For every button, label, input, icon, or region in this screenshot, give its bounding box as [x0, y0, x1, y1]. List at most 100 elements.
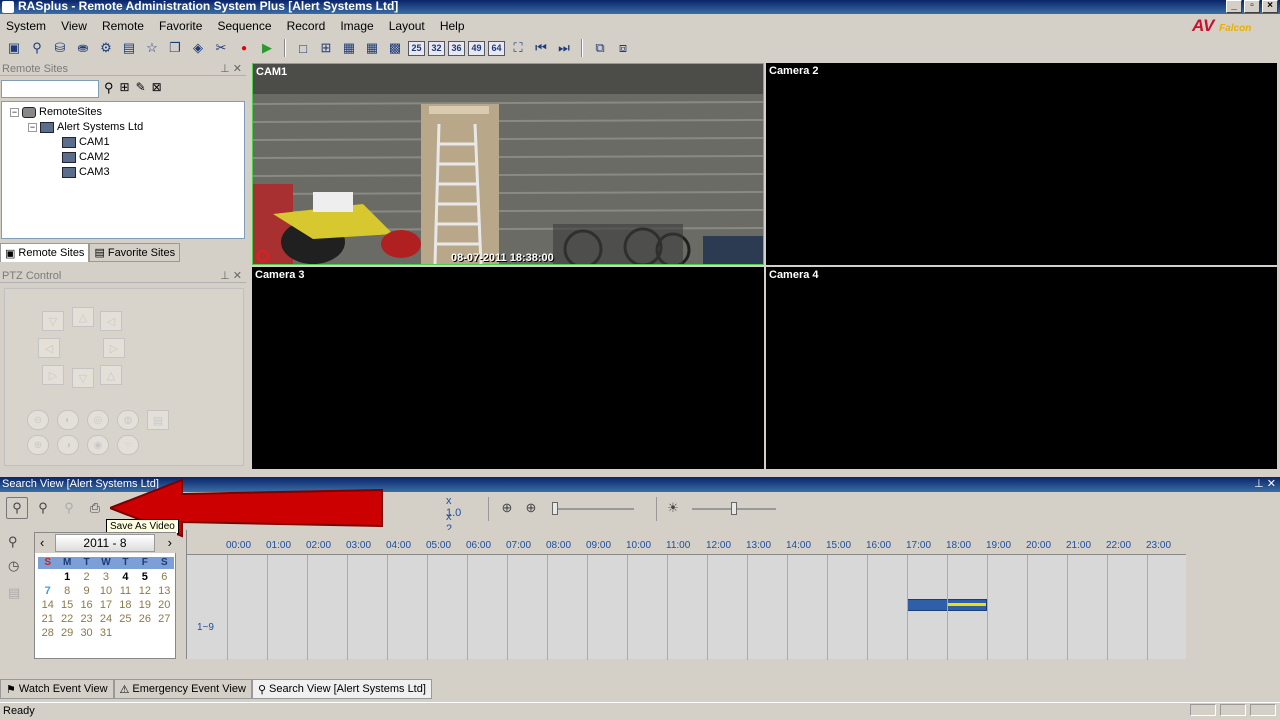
calendar-day[interactable]: 12 [135, 585, 154, 598]
calendar-day[interactable]: 21 [38, 613, 57, 626]
search-icon[interactable]: ⚲ [104, 80, 114, 96]
calendar-day[interactable]: 3 [96, 571, 115, 584]
event-search-icon[interactable]: ⚲ [32, 497, 54, 519]
calendar-day[interactable]: 31 [96, 627, 115, 640]
previous-page-icon[interactable]: ⏮ [531, 39, 551, 57]
calendar-day[interactable]: 15 [57, 599, 76, 612]
ptz-up-icon[interactable]: △ [72, 307, 94, 327]
calendar-day[interactable]: 23 [77, 613, 96, 626]
calendar-day[interactable]: 9 [77, 585, 96, 598]
calendar-day[interactable]: 19 [135, 599, 154, 612]
menu-view[interactable]: View [55, 17, 93, 35]
camera-view-4[interactable]: Camera 4 [766, 267, 1277, 469]
zoom-slider[interactable] [552, 508, 634, 510]
previous-month-icon[interactable]: ‹ [40, 535, 44, 550]
copy-icon[interactable]: ❐ [165, 39, 185, 57]
minimize-button[interactable]: _ [1226, 0, 1242, 13]
calendar-day[interactable]: 24 [96, 613, 115, 626]
site-search-input[interactable] [1, 80, 99, 98]
zoom-slider-thumb[interactable] [552, 502, 558, 515]
time-search-icon[interactable]: ◷ [8, 558, 19, 574]
layout-64-button[interactable]: 64 [488, 40, 505, 56]
camera-view-2[interactable]: Camera 2 [766, 63, 1277, 265]
calendar-day[interactable]: 28 [38, 627, 57, 640]
record-icon[interactable]: ● [234, 39, 254, 57]
ptz-up-left-icon[interactable]: ▽ [42, 311, 64, 331]
calendar-day[interactable]: 6 [155, 571, 174, 584]
collapse-icon[interactable]: − [28, 122, 37, 132]
preset-icon[interactable]: ◍ [117, 410, 139, 430]
layout-16-icon[interactable]: ▩ [385, 39, 405, 57]
menu-record[interactable]: Record [281, 17, 332, 35]
panel-pin-close-icon[interactable]: ⊥ ✕ [220, 269, 242, 283]
brightness-slider-thumb[interactable] [731, 502, 737, 515]
layout-1-icon[interactable]: □ [293, 39, 313, 57]
tab-emergency-event-view[interactable]: ⚠ Emergency Event View [113, 679, 252, 699]
layout-25-button[interactable]: 25 [408, 40, 425, 56]
menu-favorite[interactable]: Favorite [153, 17, 208, 35]
calendar-day[interactable]: 27 [155, 613, 174, 626]
layout-4-icon[interactable]: ⊞ [316, 39, 336, 57]
layout-49-button[interactable]: 49 [468, 40, 485, 56]
ptz-hand-icon[interactable]: ☜ [117, 435, 139, 455]
delete-site-icon[interactable]: ⊠ [152, 80, 162, 96]
tab-watch-event-view[interactable]: ⚑ Watch Event View [0, 679, 114, 699]
maximize-button[interactable]: ▫ [1244, 0, 1260, 13]
tab-favorite-sites[interactable]: ▤ Favorite Sites [89, 243, 181, 262]
camera-view-1[interactable]: CAM1 08-07-2011 18:38:00 [252, 63, 764, 265]
monitor-icon[interactable]: ▣ [4, 39, 24, 57]
calendar-day[interactable]: 16 [77, 599, 96, 612]
calendar-day[interactable]: 14 [38, 599, 57, 612]
menu-help[interactable]: Help [434, 17, 471, 35]
calendar-month[interactable]: 2011 - 8 [55, 534, 155, 552]
calendar-day[interactable]: 5 [135, 571, 154, 584]
record-setup-icon[interactable]: ▤ [119, 39, 139, 57]
camera-view-3[interactable]: Camera 3 [252, 267, 764, 469]
menu-image[interactable]: Image [334, 17, 379, 35]
ptz-down-right-icon[interactable]: △ [100, 365, 122, 385]
ptz-menu-icon[interactable]: ▤ [147, 410, 169, 430]
settings-icon[interactable]: ⚙ [96, 39, 116, 57]
panel-pin-close-icon[interactable]: ⊥ ✕ [220, 62, 242, 76]
calendar-day[interactable]: 1 [57, 571, 76, 584]
zoom-out-icon[interactable]: ⊖ [27, 410, 49, 430]
search-icon[interactable]: ⚲ [6, 497, 28, 519]
calendar-day[interactable]: 26 [135, 613, 154, 626]
tree-node-camera[interactable]: CAM3 [62, 166, 110, 178]
brightness-icon[interactable]: ☀ [662, 497, 684, 519]
next-month-icon[interactable]: › [168, 535, 172, 550]
multi-monitor-icon[interactable]: ⧉ [590, 39, 610, 57]
calendar-day[interactable]: 10 [96, 585, 115, 598]
alarm-segment[interactable] [948, 603, 986, 606]
add-site-icon[interactable]: ⊞ [120, 80, 130, 96]
tab-search-view[interactable]: ⚲ Search View [Alert Systems Ltd] [251, 679, 432, 699]
calendar-day[interactable]: 13 [155, 585, 174, 598]
layout-6-icon[interactable]: ▦ [339, 39, 359, 57]
focus-far-icon[interactable]: ◑ [57, 435, 79, 455]
calendar-day[interactable]: 17 [96, 599, 115, 612]
calendar-day[interactable]: 11 [116, 585, 135, 598]
focus-near-icon[interactable]: ◐ [57, 410, 79, 430]
ptz-down-icon[interactable]: ▽ [72, 368, 94, 388]
calendar-day[interactable]: 25 [116, 613, 135, 626]
collapse-icon[interactable]: − [10, 107, 19, 117]
iris-close-icon[interactable]: ◎ [87, 410, 109, 430]
list-view-icon[interactable]: ▤ [8, 585, 20, 601]
calendar-day[interactable]: 20 [155, 599, 174, 612]
zoom-in-icon[interactable]: ⊕ [496, 497, 518, 519]
close-button[interactable]: × [1262, 0, 1278, 13]
calendar-day[interactable]: 30 [77, 627, 96, 640]
site-icon[interactable]: ⛁ [50, 39, 70, 57]
tree-node-camera[interactable]: CAM2 [62, 151, 110, 163]
layout-36-button[interactable]: 36 [448, 40, 465, 56]
calendar-day[interactable]: 4 [116, 571, 135, 584]
fullscreen-icon[interactable]: ⛶ [508, 39, 528, 57]
next-page-icon[interactable]: ⏭ [554, 39, 574, 57]
calendar-day[interactable]: 8 [57, 585, 76, 598]
ptz-right-icon[interactable]: ▷ [103, 338, 125, 358]
zoom-plus-icon[interactable]: ⊕ [520, 497, 542, 519]
window-arrange-icon[interactable]: ⧈ [613, 39, 633, 57]
menu-sequence[interactable]: Sequence [211, 17, 277, 35]
timeline-grid[interactable]: 1~9 [187, 554, 1186, 660]
disconnect-icon[interactable]: ⛂ [73, 39, 93, 57]
